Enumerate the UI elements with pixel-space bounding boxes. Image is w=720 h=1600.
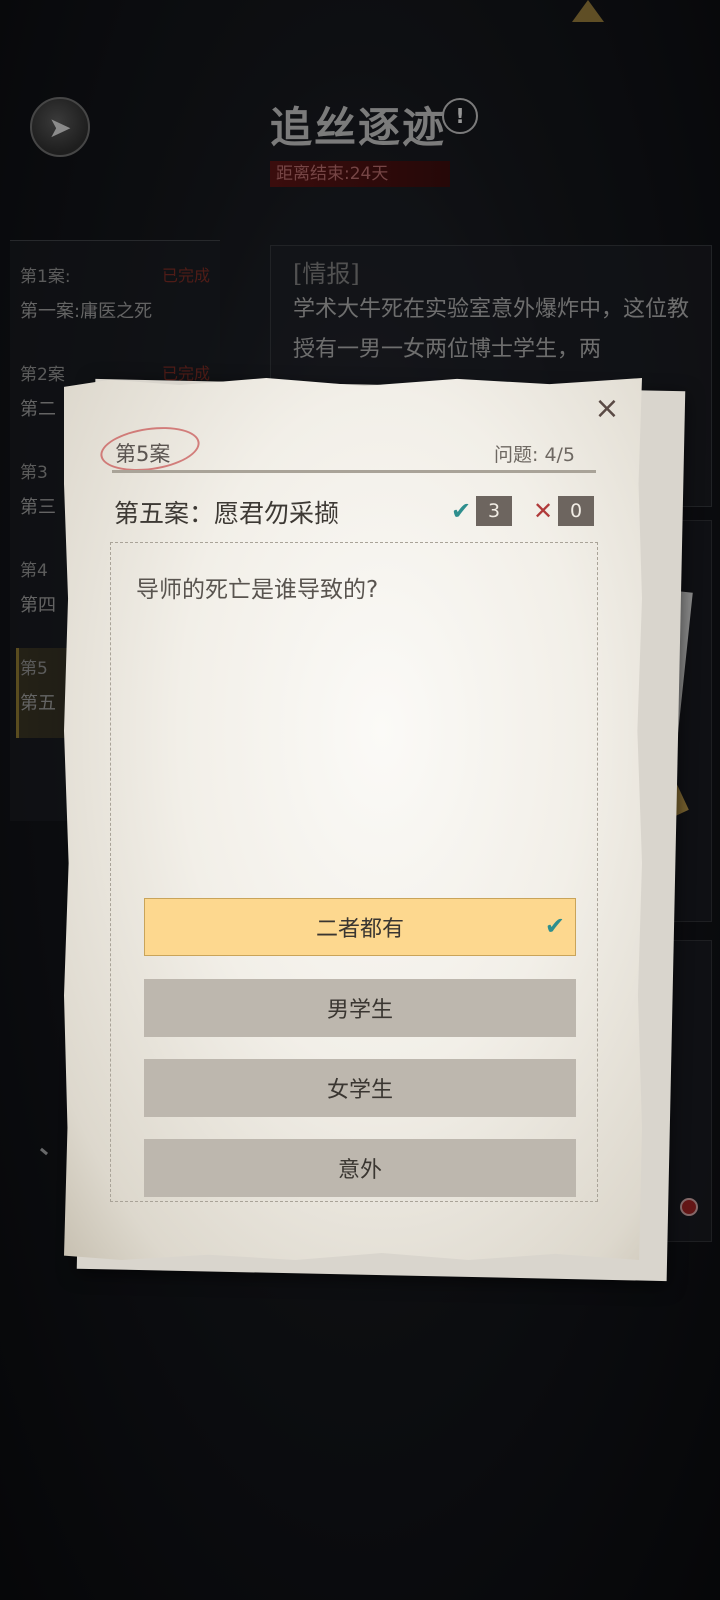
check-icon: ✔ <box>544 912 565 940</box>
option-label: 意外 <box>337 1158 382 1183</box>
correct-count: 3 <box>476 496 512 526</box>
answer-option-1[interactable]: 二者都有 ✔ <box>144 898 576 956</box>
option-label: 二者都有 <box>315 917 404 942</box>
close-icon: × <box>594 391 620 426</box>
correct-score: ✔ 3 <box>446 496 512 526</box>
case-tag: 第5案 <box>115 442 171 466</box>
question-progress: 问题: 4/5 <box>494 444 576 466</box>
check-icon: ✔ <box>450 497 472 525</box>
close-button[interactable]: × <box>592 394 622 424</box>
option-label: 男学生 <box>326 998 393 1023</box>
case-title: 第五案：愿君勿采撷 <box>114 499 340 528</box>
question-text: 导师的死亡是谁导致的? <box>136 577 379 603</box>
divider <box>112 470 596 473</box>
answer-option-3[interactable]: 女学生 <box>144 1059 576 1117</box>
wrong-count: 0 <box>558 496 594 526</box>
answer-option-4[interactable]: 意外 <box>144 1139 576 1197</box>
answer-option-2[interactable]: 男学生 <box>144 979 576 1037</box>
wrong-score: ✕ 0 <box>528 496 594 526</box>
cross-icon: ✕ <box>532 497 554 525</box>
option-label: 女学生 <box>326 1078 393 1103</box>
